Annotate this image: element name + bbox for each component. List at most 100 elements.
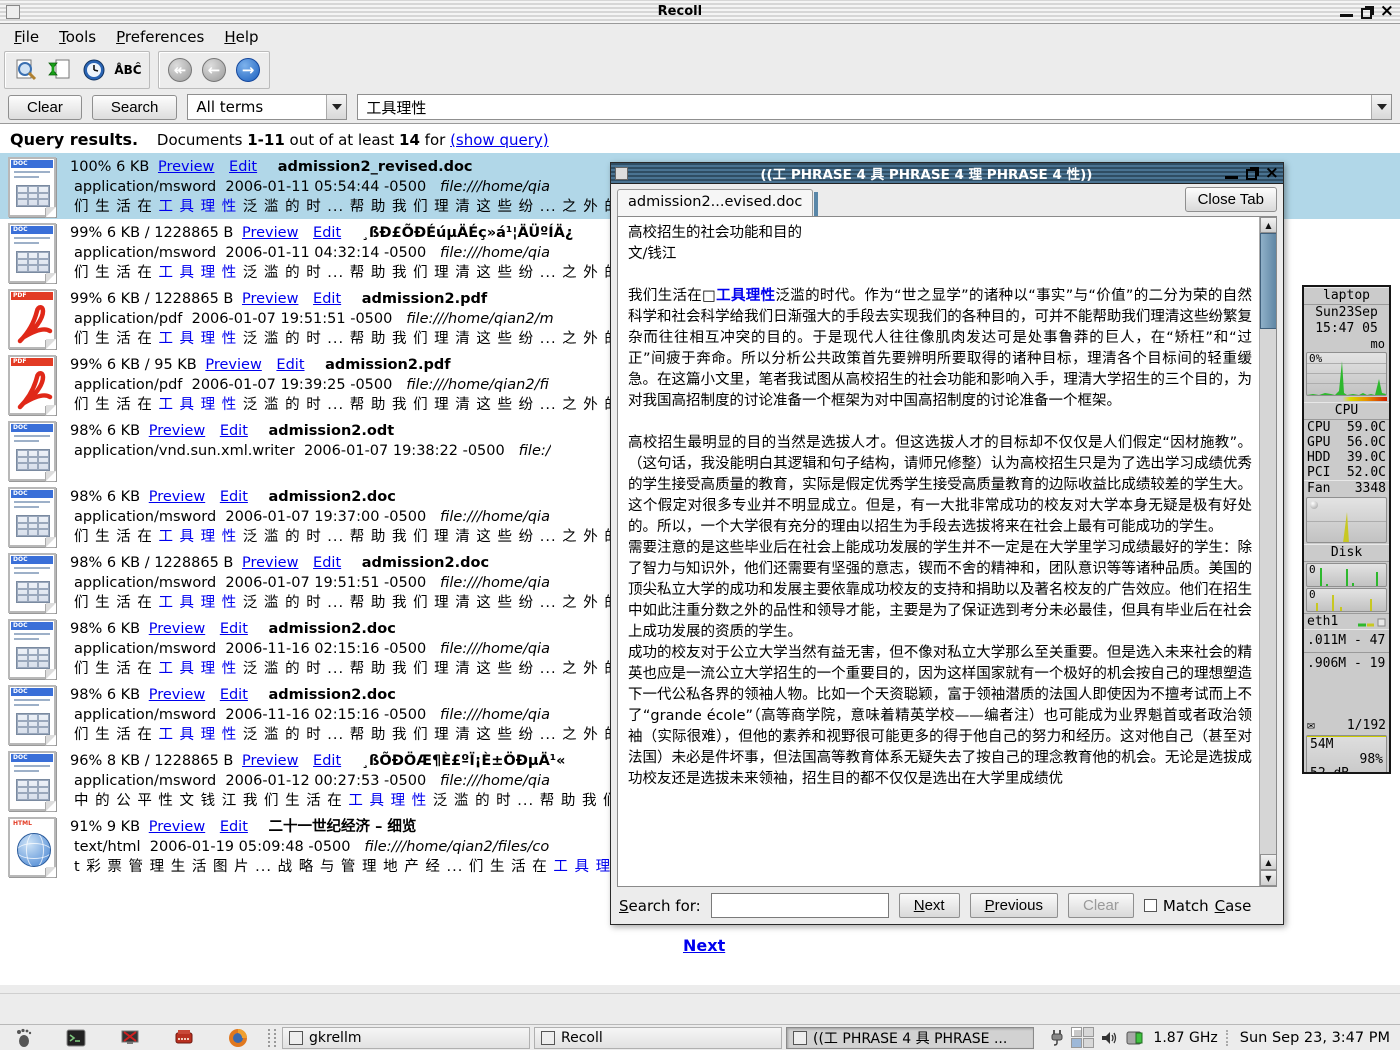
preview-link[interactable]: Preview — [149, 819, 205, 835]
menu-preferences[interactable]: Preferences — [108, 26, 212, 48]
task-gkrellm[interactable]: gkrellm — [282, 1027, 530, 1049]
editor-launcher-icon[interactable] — [174, 1029, 194, 1047]
preview-window-menu-icon[interactable] — [615, 167, 628, 180]
next-page-button[interactable]: → — [232, 55, 264, 85]
find-next-button[interactable]: Next — [899, 893, 960, 918]
file-url: file:///home/qia — [440, 773, 550, 789]
preview-minimize-icon[interactable] — [1225, 168, 1238, 179]
preview-maximize-icon[interactable] — [1246, 169, 1257, 180]
query-input[interactable]: 工具理性 — [357, 94, 1392, 120]
workspace-4[interactable] — [1083, 1038, 1094, 1048]
find-previous-button[interactable]: Previous — [970, 893, 1058, 918]
preview-link[interactable]: Preview — [242, 555, 298, 571]
doc-paragraph-3: 需要注意的是这些毕业后在社会上能成功发展的学生并不一定是在大学里学习成绩最好的学… — [628, 538, 1252, 643]
out-of-label: out of at least — [290, 131, 395, 149]
edit-link[interactable]: Edit — [229, 159, 257, 175]
snippet-highlight-term: 工 具 理 性 — [158, 595, 237, 611]
file-type-icon-slot: HTML — [6, 817, 58, 877]
preview-link[interactable]: Preview — [149, 423, 205, 439]
scroll-down-icon[interactable]: ▼ — [1260, 870, 1277, 886]
workspace-1[interactable] — [1071, 1027, 1082, 1037]
task-preview-window[interactable]: ((工 PHRASE 4 具 PHRASE ... — [786, 1027, 1034, 1049]
preview-link[interactable]: Preview — [242, 225, 298, 241]
preview-document-area[interactable]: 高校招生的社会功能和目的 文/钱江 我们生活在□工具理性泛滥的时代。作为“世之显… — [617, 216, 1277, 887]
gnome-menu-icon[interactable] — [14, 1028, 32, 1048]
document-history-button[interactable] — [78, 55, 110, 85]
edit-link[interactable]: Edit — [313, 753, 341, 769]
edit-link[interactable]: Edit — [220, 819, 248, 835]
mail-icon: ✉ — [1307, 718, 1315, 733]
preview-window-title: ((工 PHRASE 4 具 PHRASE 4 理 PHRASE 4 性)) — [628, 163, 1225, 183]
workspace-pager[interactable] — [1071, 1027, 1094, 1048]
edit-link[interactable]: Edit — [220, 423, 248, 439]
match-case-checkbox[interactable] — [1144, 899, 1157, 912]
scrollbar-thumb[interactable] — [1260, 233, 1277, 329]
file-url: file:///home/qia — [440, 179, 550, 195]
close-tab-button[interactable]: Close Tab — [1185, 187, 1277, 212]
query-dropdown-button[interactable] — [1371, 95, 1391, 119]
edit-link[interactable]: Edit — [313, 291, 341, 307]
edit-link[interactable]: Edit — [220, 489, 248, 505]
first-page-button[interactable]: ↞ — [164, 55, 196, 85]
mail-monitor[interactable]: ✉ 1/192 — [1304, 717, 1389, 734]
firefox-launcher-icon[interactable] — [228, 1028, 248, 1048]
edit-link[interactable]: Edit — [313, 225, 341, 241]
preview-close-icon[interactable]: × — [1265, 168, 1279, 179]
search-button[interactable]: Search — [92, 95, 178, 120]
minimize-icon[interactable] — [1340, 6, 1353, 17]
cpu-frequency-icon[interactable] — [1126, 1030, 1146, 1046]
file-type-icon-slot: DOC — [6, 751, 58, 811]
edit-link[interactable]: Edit — [313, 555, 341, 571]
preview-link[interactable]: Preview — [158, 159, 214, 175]
file-date: 2006-01-19 05:09:48 -0500 — [150, 839, 351, 855]
sort-parameters-button[interactable] — [44, 55, 76, 85]
menu-tools[interactable]: Tools — [51, 26, 104, 48]
volume-icon[interactable] — [1101, 1030, 1119, 1046]
results-next-page-link[interactable]: Next — [683, 936, 725, 955]
preview-tab[interactable]: admission2...evised.doc — [617, 189, 813, 216]
file-date: 2006-11-16 02:15:16 -0500 — [225, 641, 426, 657]
preview-link[interactable]: Preview — [242, 753, 298, 769]
taskbar-handle[interactable] — [268, 1029, 276, 1047]
previous-page-button[interactable]: ← — [198, 55, 230, 85]
task-recoll[interactable]: Recoll — [534, 1027, 782, 1049]
snippet-text: 泛 滥 的 时 ... 帮 助 我 们 — [427, 793, 618, 809]
taskbar-clock[interactable]: Sun Sep 23, 3:47 PM — [1226, 1030, 1400, 1046]
gkrellm-monitor[interactable]: laptop Sun23Sep 15:47 05 mo 0% CPU CPU59… — [1302, 285, 1391, 774]
find-input[interactable] — [711, 893, 889, 918]
scroll-up-icon[interactable]: ▲ — [1260, 217, 1277, 233]
clear-button[interactable]: Clear — [8, 95, 82, 120]
mode-dropdown-button[interactable] — [326, 95, 346, 119]
match-case-option[interactable]: Match Case — [1144, 897, 1252, 915]
lock-screen-icon[interactable] — [120, 1029, 140, 1047]
file-type-icon-slot: PDF — [6, 289, 58, 349]
scroll-up-icon[interactable]: ▲ — [1260, 854, 1277, 870]
preview-link[interactable]: Preview — [149, 489, 205, 505]
docs-range: 1-11 — [247, 131, 285, 149]
workspace-3-active[interactable] — [1071, 1038, 1082, 1048]
term-explorer-button[interactable]: ÅBĈ — [112, 55, 144, 85]
result-filename: 二十一世纪经济 – 细览 — [269, 819, 417, 835]
preview-link[interactable]: Preview — [149, 621, 205, 637]
preview-scrollbar[interactable]: ▲ ▲ ▼ — [1259, 217, 1276, 886]
doc-heading: 高校招生的社会功能和目的 — [628, 223, 1252, 244]
workspace-2[interactable] — [1083, 1027, 1094, 1037]
preview-link[interactable]: Preview — [242, 291, 298, 307]
terminal-launcher-icon[interactable] — [66, 1029, 86, 1047]
mime-type: application/msword — [74, 707, 216, 723]
show-query-link[interactable]: (show query) — [450, 131, 549, 149]
edit-link[interactable]: Edit — [220, 621, 248, 637]
find-clear-button[interactable]: Clear — [1068, 893, 1134, 918]
edit-link[interactable]: Edit — [276, 357, 304, 373]
menu-file[interactable]: File — [6, 26, 47, 48]
search-mode-select[interactable]: All terms — [187, 94, 347, 120]
window-menu-icon[interactable] — [6, 5, 20, 19]
advanced-search-button[interactable] — [10, 55, 42, 85]
maximize-icon[interactable] — [1361, 8, 1372, 19]
edit-link[interactable]: Edit — [220, 687, 248, 703]
preview-link[interactable]: Preview — [149, 687, 205, 703]
power-plug-icon[interactable] — [1050, 1029, 1064, 1047]
preview-link[interactable]: Preview — [205, 357, 261, 373]
menu-help[interactable]: Help — [216, 26, 266, 48]
close-icon[interactable]: × — [1380, 6, 1394, 17]
